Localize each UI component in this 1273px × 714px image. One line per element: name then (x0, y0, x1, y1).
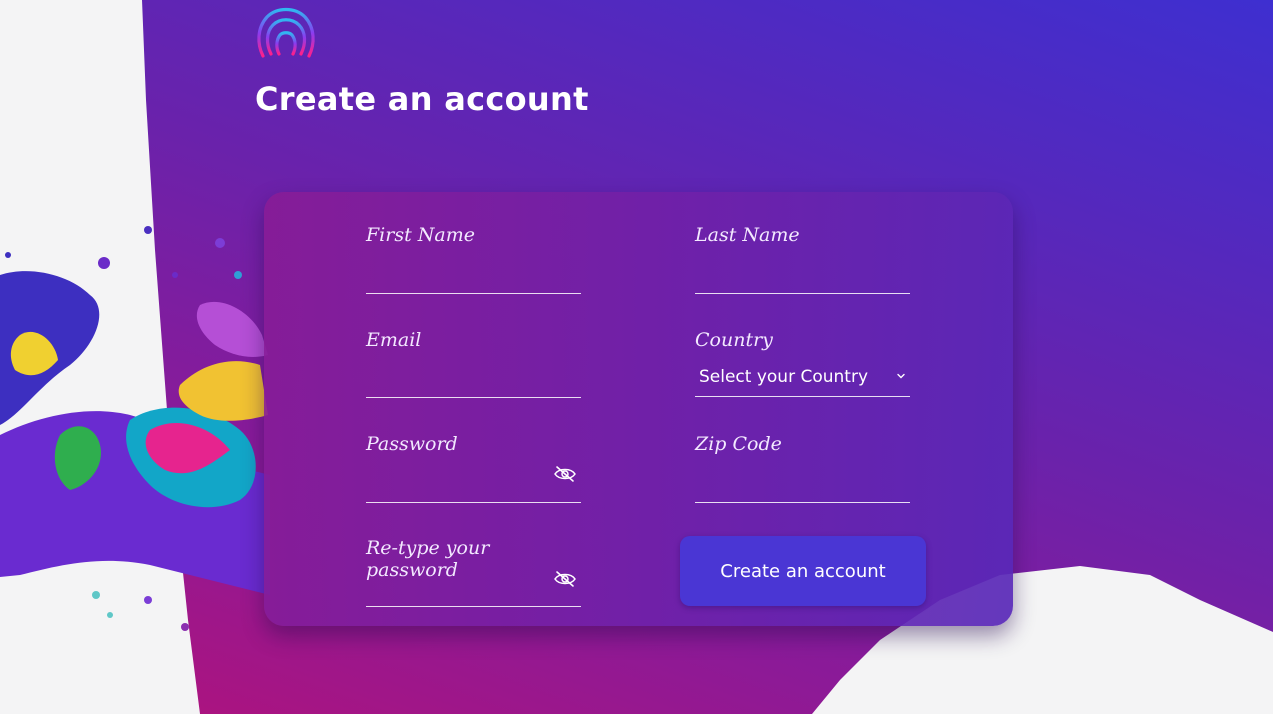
zip-code-label: Zip Code (695, 433, 782, 455)
email-field[interactable]: Email (366, 329, 581, 399)
zip-code-field[interactable]: Zip Code (695, 433, 910, 503)
page-title: Create an account (255, 80, 589, 118)
first-name-field[interactable]: First Name (366, 224, 581, 294)
password-label: Password (366, 433, 458, 455)
zip-code-underline (695, 502, 910, 503)
first-name-underline (366, 293, 581, 294)
retype-password-label: Re-type your password (366, 537, 490, 581)
create-account-button[interactable]: Create an account (680, 536, 926, 606)
last-name-field[interactable]: Last Name (695, 224, 910, 294)
country-underline (695, 396, 910, 397)
password-underline (366, 502, 581, 503)
first-name-label: First Name (366, 224, 475, 246)
retype-password-underline (366, 606, 581, 607)
last-name-underline (695, 293, 910, 294)
email-label: Email (366, 329, 422, 351)
retype-password-field[interactable]: Re-type your password (366, 537, 581, 607)
paint-splash-illustration (0, 226, 270, 631)
chevron-down-icon[interactable] (896, 371, 906, 381)
country-label: Country (695, 329, 773, 351)
eye-slash-icon[interactable] (553, 569, 577, 589)
password-field[interactable]: Password (366, 433, 581, 503)
last-name-label: Last Name (695, 224, 800, 246)
country-selected-value[interactable]: Select your Country (699, 367, 868, 387)
eye-slash-icon[interactable] (553, 464, 577, 484)
country-select[interactable]: Country Select your Country (695, 329, 910, 399)
email-underline (366, 397, 581, 398)
fingerprint-logo-icon (257, 7, 315, 58)
